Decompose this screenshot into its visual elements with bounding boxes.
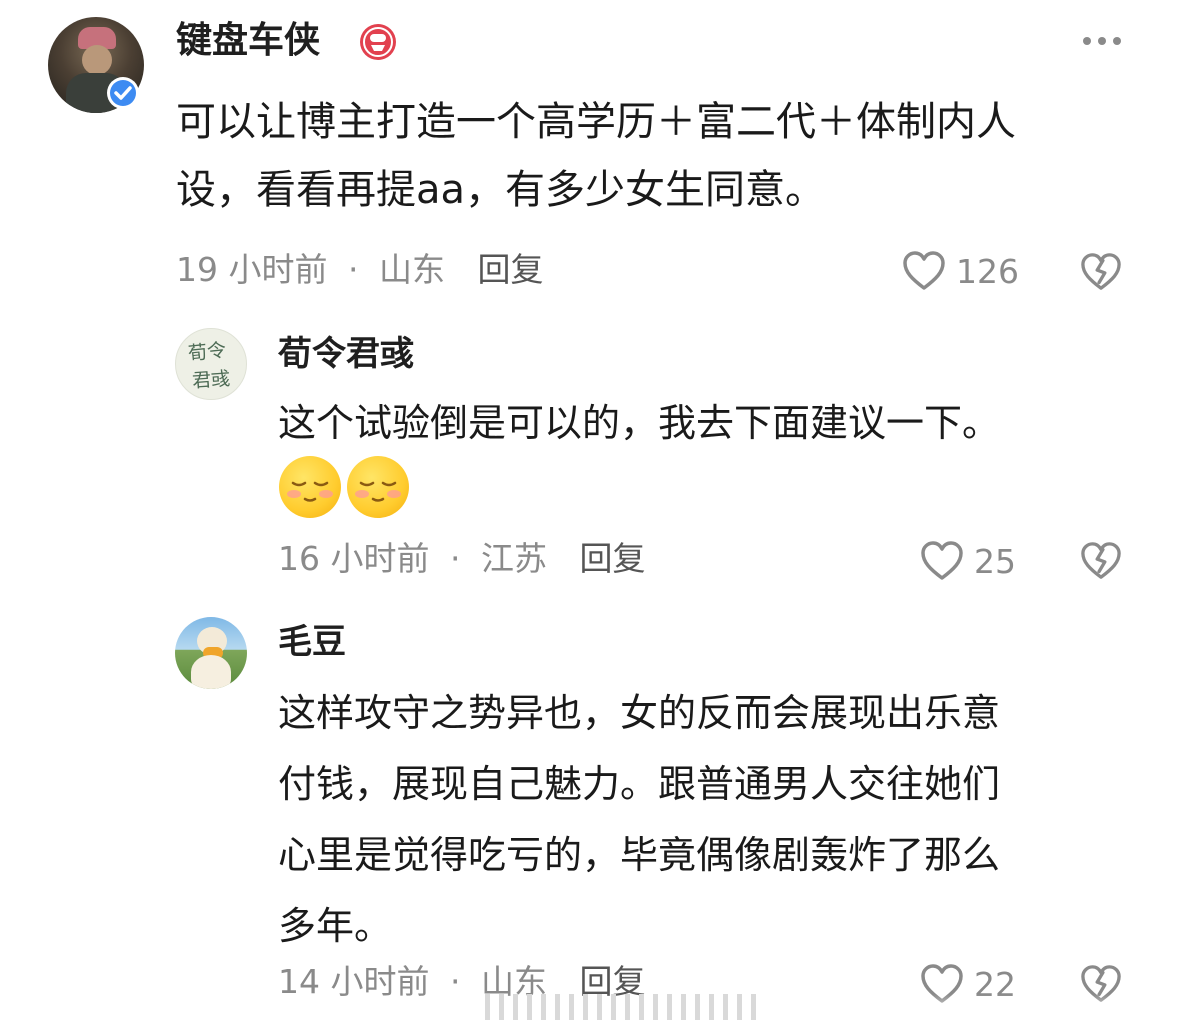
comment-author[interactable]: 荀令君彧 bbox=[278, 332, 414, 376]
watermark bbox=[485, 994, 756, 1020]
comment-meta: 19 小时前 · 山东 回复 bbox=[176, 248, 543, 292]
avatar[interactable]: 荀令 君彧 bbox=[175, 328, 247, 400]
dislike-icon[interactable] bbox=[1080, 541, 1122, 581]
meta-separator: · bbox=[347, 250, 359, 289]
comment-text-line: 这样攻守之势异也，女的反而会展现出乐意 bbox=[278, 691, 1001, 735]
emoji-smile-blush bbox=[279, 456, 341, 518]
comment-author[interactable]: 键盘车侠 bbox=[176, 18, 320, 64]
more-icon[interactable] bbox=[1083, 37, 1121, 45]
comment-text-line: 设，看看再提aa，有多少女生同意。 bbox=[176, 167, 826, 213]
comment-text: 这个试验倒是可以的，我去下面建议一下。 bbox=[278, 390, 1158, 456]
member-badge-icon bbox=[358, 22, 398, 62]
reply-button[interactable]: 回复 bbox=[579, 539, 645, 578]
comment-location: 山东 bbox=[378, 250, 445, 289]
comment-meta: 16 小时前 · 江苏 回复 bbox=[278, 537, 645, 581]
comment-text-line: 这个试验倒是可以的，我去下面建议一下。 bbox=[278, 401, 1001, 445]
avatar[interactable] bbox=[175, 617, 247, 689]
emoji-smile-blush bbox=[347, 456, 409, 518]
comment-time: 16 小时前 bbox=[278, 539, 430, 578]
comment-text: 这样攻守之势异也，女的反而会展现出乐意 付钱，展现自己魅力。跟普通男人交往她们 … bbox=[278, 678, 1158, 962]
comment-text-line: 心里是觉得吃亏的，毕竟偶像剧轰炸了那么 bbox=[278, 833, 1001, 877]
comment-text: 可以让博主打造一个高学历＋富二代＋体制内人 设，看看再提aa，有多少女生同意。 bbox=[176, 88, 1156, 224]
dislike-icon[interactable] bbox=[1080, 252, 1122, 292]
heart-icon[interactable] bbox=[920, 540, 964, 582]
comment-location: 江苏 bbox=[480, 539, 547, 578]
comment-text-line: 可以让博主打造一个高学历＋富二代＋体制内人 bbox=[176, 99, 1016, 145]
comment-time: 19 小时前 bbox=[176, 250, 328, 289]
comment-text-line: 多年。 bbox=[278, 904, 393, 948]
avatar-text-line: 荀令 bbox=[187, 339, 228, 365]
heart-icon[interactable] bbox=[902, 250, 946, 292]
like-count: 25 bbox=[974, 542, 1016, 581]
reply-button[interactable]: 回复 bbox=[477, 250, 543, 289]
comment-text-line: 付钱，展现自己魅力。跟普通男人交往她们 bbox=[278, 762, 1001, 806]
avatar-text-line: 君彧 bbox=[191, 367, 231, 393]
verified-icon bbox=[106, 76, 140, 110]
like-count: 126 bbox=[956, 252, 1019, 291]
meta-separator: · bbox=[449, 539, 461, 578]
comment-author[interactable]: 毛豆 bbox=[278, 620, 346, 664]
